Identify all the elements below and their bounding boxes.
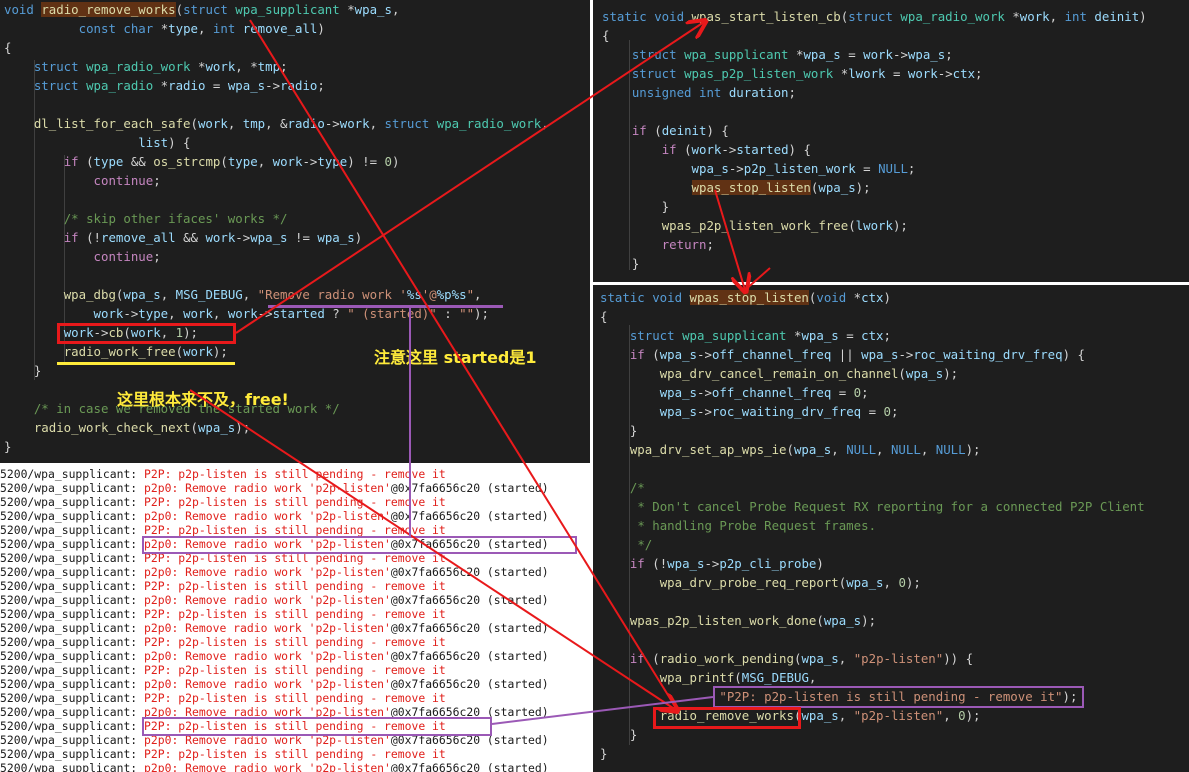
arrow-remove-works-to-def xyxy=(249,19,677,709)
arrow-cb-to-start-listen xyxy=(235,22,704,334)
arrow-stop-listen-call xyxy=(714,189,745,290)
arrow-stop-listen-head xyxy=(744,267,771,291)
arrow-free-to-remove-works xyxy=(189,389,676,710)
arrows-overlay xyxy=(189,0,771,725)
purple-connector-pending xyxy=(491,696,714,725)
